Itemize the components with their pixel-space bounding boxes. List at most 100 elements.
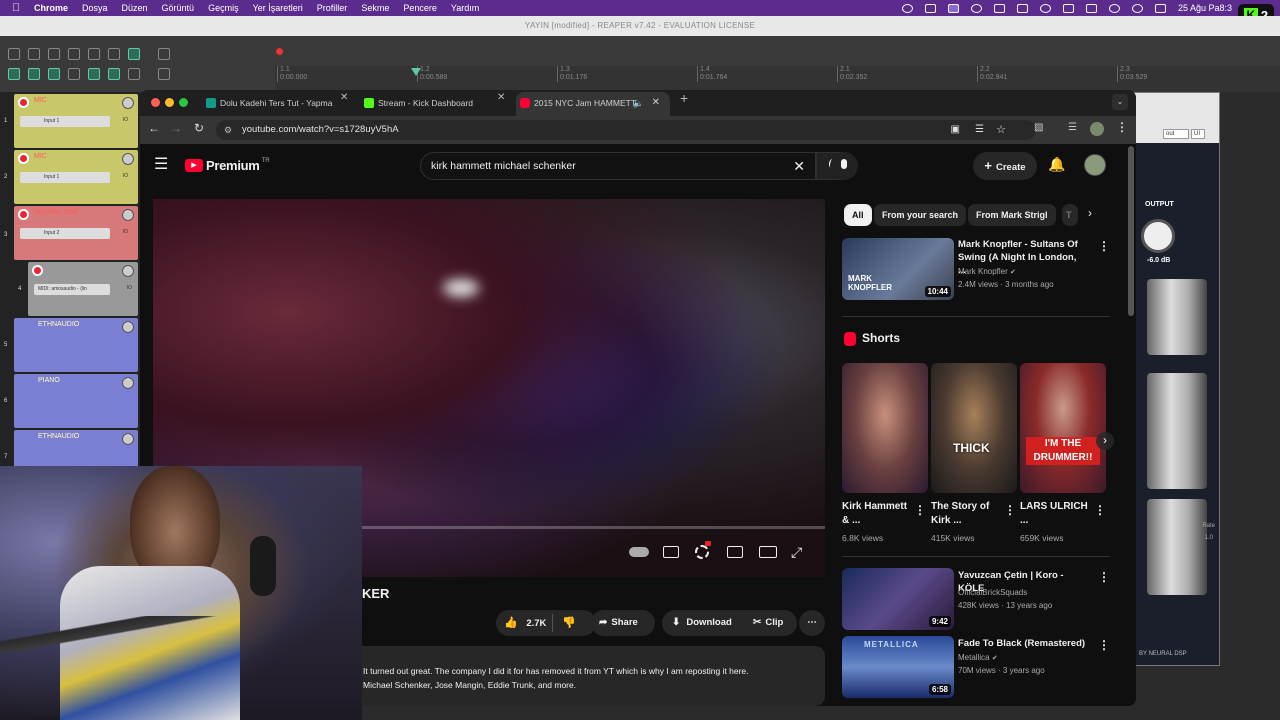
tab-audio-icon[interactable]: 🔈 xyxy=(633,92,644,114)
youtube-logo[interactable]: ▶ Premium TR xyxy=(185,158,270,173)
short-title[interactable]: Kirk Hammett & ... xyxy=(842,500,910,528)
create-button[interactable]: + Create xyxy=(973,152,1037,180)
track-name[interactable]: NEURAL DSP xyxy=(34,209,78,216)
metronome-icon[interactable] xyxy=(128,48,140,60)
chip-from-mark-strigl[interactable]: From Mark Strigl xyxy=(968,204,1056,226)
save-project-icon[interactable] xyxy=(48,48,60,60)
track-6[interactable]: PIANO xyxy=(14,374,138,428)
control-center-icon[interactable] xyxy=(1154,3,1166,13)
channel-name[interactable]: OfficialBrickSquads xyxy=(958,587,1027,599)
short-thumbnail[interactable]: I'M THE DRUMMER!! xyxy=(1020,363,1106,493)
forward-icon[interactable]: → xyxy=(170,121,182,135)
apple-icon[interactable]:  xyxy=(12,2,24,14)
menu-profiller[interactable]: Profiller xyxy=(317,3,348,13)
track-5[interactable]: ETHNAUDIO xyxy=(14,318,138,372)
like-button[interactable]: 👍 2.7K 👎 xyxy=(496,610,596,636)
volume-knob-icon[interactable] xyxy=(122,153,134,165)
volume-knob-icon[interactable] xyxy=(122,433,134,445)
track-name[interactable]: PIANO xyxy=(38,377,60,384)
volume-knob-icon[interactable] xyxy=(122,377,134,389)
record-arm-icon[interactable] xyxy=(32,265,43,276)
theater-mode-icon[interactable] xyxy=(759,546,777,558)
reload-icon[interactable]: ↻ xyxy=(194,121,204,135)
short-title[interactable]: LARS ULRICH ... xyxy=(1020,500,1088,528)
redo-icon[interactable] xyxy=(108,48,120,60)
close-tab-icon[interactable]: ✕ xyxy=(652,92,660,114)
menu-yer-isaretleri[interactable]: Yer İşaretleri xyxy=(253,3,303,13)
menu-goruntu[interactable]: Görüntü xyxy=(162,3,195,13)
track-1[interactable]: MIC Input 1 IO xyxy=(14,94,138,148)
close-window-icon[interactable] xyxy=(151,98,160,107)
captions-icon[interactable] xyxy=(663,546,679,558)
play-icon[interactable] xyxy=(1039,3,1051,13)
record-arm-icon[interactable] xyxy=(18,209,29,220)
window-icon[interactable] xyxy=(1062,3,1074,13)
chip-from-your-search[interactable]: From your search xyxy=(874,204,967,226)
track-io-button[interactable]: IO xyxy=(123,117,128,123)
thumbs-down-icon[interactable]: 👎 xyxy=(562,610,576,636)
tab-dolu-kadehi[interactable]: Dolu Kadehi Ters Tut - Yapma xyxy=(202,92,350,116)
volume-knob-icon[interactable] xyxy=(122,209,134,221)
cast-icon[interactable]: ▣ xyxy=(951,120,960,140)
brightness-icon[interactable] xyxy=(970,3,982,13)
settings-gear-icon[interactable] xyxy=(695,545,709,559)
minimize-window-icon[interactable] xyxy=(165,98,174,107)
track-name[interactable]: ETHNAUDIO xyxy=(38,321,79,328)
trim-icon[interactable] xyxy=(158,68,170,80)
menu-duzen[interactable]: Düzen xyxy=(122,3,148,13)
record-arm-icon[interactable] xyxy=(18,97,29,108)
account-avatar[interactable] xyxy=(1084,154,1106,176)
display-icon[interactable] xyxy=(1016,3,1028,13)
track-input[interactable]: Input 1 xyxy=(20,172,110,183)
track-io-button[interactable]: IO xyxy=(123,229,128,235)
loop-icon[interactable] xyxy=(108,68,120,80)
clip-button[interactable]: ✂ Clip xyxy=(743,610,797,636)
tab-youtube-active[interactable]: 2015 NYC Jam HAMMETT 🔈 ✕ xyxy=(516,92,670,116)
undo-icon[interactable] xyxy=(88,48,100,60)
track-4[interactable]: MIDI: amosaudio - (lin IO xyxy=(28,262,138,316)
ripple-edit-icon[interactable] xyxy=(8,68,20,80)
output-knob-icon[interactable] xyxy=(1141,219,1175,253)
grid-toggle-icon[interactable] xyxy=(158,48,170,60)
clear-search-icon[interactable]: ✕ xyxy=(793,153,805,179)
more-actions-button[interactable]: ⋯ xyxy=(799,610,825,636)
short-menu-icon[interactable]: ⋮ xyxy=(1004,504,1016,516)
clock[interactable]: 25 Ağu Pa8:3 xyxy=(1178,3,1232,13)
chrome-menu-icon[interactable]: ⋮ xyxy=(1116,120,1128,134)
search-input[interactable]: kirk hammett michael schenker ✕ xyxy=(420,152,816,180)
grouping-icon[interactable] xyxy=(68,68,80,80)
extensions-icon[interactable]: ▧ xyxy=(1034,122,1043,133)
chip-more[interactable]: T xyxy=(1062,204,1078,226)
short-menu-icon[interactable]: ⋮ xyxy=(914,504,926,516)
plugin-ui-button[interactable]: UI xyxy=(1191,129,1205,139)
page-scrollbar[interactable] xyxy=(1128,146,1134,316)
miniplayer-icon[interactable] xyxy=(727,546,743,558)
chip-all[interactable]: All xyxy=(844,204,872,226)
voice-search-button[interactable] xyxy=(830,152,858,180)
track-7[interactable]: ETHNAUDIO xyxy=(14,430,138,470)
record-arm-icon[interactable] xyxy=(18,153,29,164)
translate-icon[interactable]: ☰ xyxy=(975,120,984,140)
share-button[interactable]: ➦ Share xyxy=(591,610,655,636)
menu-yardim[interactable]: Yardım xyxy=(451,3,479,13)
lock-icon[interactable] xyxy=(128,68,140,80)
tab-kick-dashboard[interactable]: Stream - Kick Dashboard xyxy=(360,92,500,116)
url-field[interactable]: ⚙ youtube.com/watch?v=s1728uyV5hA ▣ ☰ ☆ xyxy=(216,120,1036,140)
open-project-icon[interactable] xyxy=(28,48,40,60)
back-icon[interactable]: ← xyxy=(148,121,160,135)
volume-knob-icon[interactable] xyxy=(122,265,134,277)
short-thumbnail[interactable] xyxy=(842,363,928,493)
video-menu-icon[interactable]: ⋮ xyxy=(1098,571,1110,583)
notifications-bell-icon[interactable]: 🔔 xyxy=(1048,156,1065,173)
menu-chrome[interactable]: Chrome xyxy=(34,3,68,13)
video-menu-icon[interactable]: ⋮ xyxy=(1098,240,1110,252)
track-input[interactable]: Input 2 xyxy=(20,228,110,239)
playhead-icon[interactable] xyxy=(411,68,421,76)
wifi-icon[interactable] xyxy=(1108,3,1120,13)
autoplay-toggle[interactable] xyxy=(629,547,649,557)
short-thumbnail[interactable]: THICK xyxy=(931,363,1017,493)
project-settings-icon[interactable] xyxy=(68,48,80,60)
menu-sekme[interactable]: Sekme xyxy=(361,3,389,13)
reaper-timeline[interactable]: 1.1 0:00.000 1.2 0:00.588 1.3 0:01.176 1.4 0… xyxy=(275,66,1280,92)
snap-icon[interactable] xyxy=(88,68,100,80)
